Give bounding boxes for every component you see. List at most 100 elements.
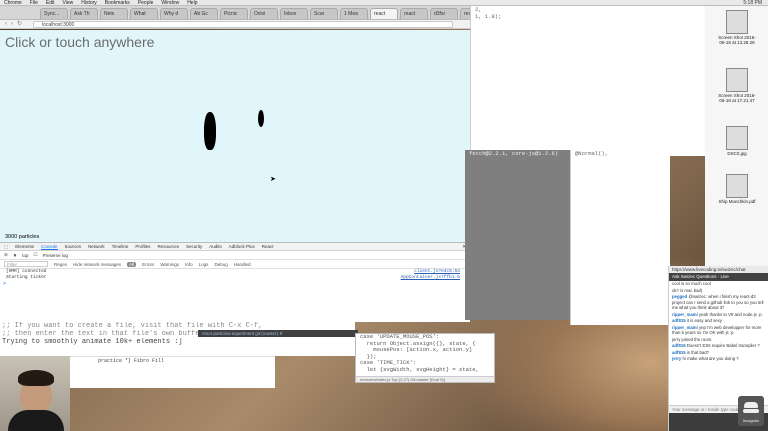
browser-tab[interactable]: Scar <box>310 8 338 19</box>
chat-url-bar[interactable]: https://www.livecoding.tv/swizec/chat <box>669 266 768 273</box>
streamer-hair <box>18 370 54 386</box>
filter-icon[interactable]: ▼ <box>13 253 17 258</box>
chat-username[interactable]: pegged <box>672 294 687 299</box>
devtools-inspect-icon[interactable]: ⬚ <box>4 243 8 250</box>
desktop-file[interactable]: Screen Shot 2016-06-18 at 17.21.47 <box>715 68 759 103</box>
clear-console-icon[interactable]: ⊘ <box>4 252 8 258</box>
desktop-file-column: Screen Shot 2016-06-18 at 13.28.28 Scree… <box>705 6 768 266</box>
menu-item-people[interactable]: People <box>138 0 154 6</box>
level-errors[interactable]: Errors <box>142 262 154 267</box>
browser-tab[interactable]: Inbox <box>280 8 308 19</box>
chat-header: Ask Swizec Questions · Live <box>669 273 768 281</box>
menu-item-edit[interactable]: Edit <box>46 0 55 6</box>
chat-text: cool is so much cool <box>672 281 711 286</box>
tab-console[interactable]: Console <box>41 243 58 250</box>
terminal-line: Trying to smoothly animate 10k+ elements… <box>2 338 183 346</box>
file-name: DSC0.jpg <box>727 151 747 156</box>
chat-text: yeah thanks to V8 and node.js :p <box>699 311 762 317</box>
chat-username[interactable]: adf815 <box>672 350 686 355</box>
browser-tab-strip: Sync... Ask Th Nets What Why d Ab Gc Picnic Ovi… <box>0 6 470 20</box>
menu-item-view[interactable]: View <box>62 0 73 6</box>
level-all[interactable]: All <box>127 261 137 267</box>
reload-icon[interactable]: ↻ <box>17 20 22 29</box>
chat-text: Doesn't ES6 require Babel transpiler ? <box>686 343 760 348</box>
editor-status-bar: reducers/index.js Top (2,27) Git:master … <box>356 376 494 382</box>
preserve-log-label: Preserve log <box>42 252 68 258</box>
tab-network[interactable]: Network <box>88 243 105 250</box>
browser-tab[interactable]: react <box>400 8 428 19</box>
tab-elements[interactable]: Elements <box>15 243 34 250</box>
file-thumbnail <box>726 126 748 150</box>
reducer-editor-window[interactable]: case 'UPDATE_MOUSE_POS': return Object.a… <box>355 333 495 383</box>
tab-react[interactable]: React <box>262 243 274 250</box>
menu-item-bookmarks[interactable]: Bookmarks <box>105 0 130 6</box>
back-icon[interactable]: ‹ <box>5 20 7 29</box>
file-name: Screen Shot 2016-06-18 at 17.21.47 <box>718 93 756 103</box>
page-headline: Click or touch anywhere <box>5 34 155 50</box>
particle-cluster-large <box>204 112 216 150</box>
menu-item-window[interactable]: Window <box>161 0 179 6</box>
chat-username[interactable]: jerry <box>672 356 681 361</box>
hide-network-option[interactable]: Hide network messages <box>73 262 121 267</box>
browser-tab[interactable]: Ab Gc <box>190 8 218 19</box>
incognito-hat-icon <box>744 402 758 408</box>
console-filter-row: Filter Regex Hide network messages All E… <box>0 260 470 269</box>
page-viewport[interactable]: Click or touch anywhere ➤ 3000 particles <box>0 30 470 242</box>
menu-item-history[interactable]: History <box>81 0 97 6</box>
menu-item-file[interactable]: File <box>30 0 38 6</box>
browser-tab[interactable]: d3fsr <box>430 8 458 19</box>
filter-input[interactable]: Filter <box>4 261 48 267</box>
tab-adblock-plus[interactable]: Adblock Plus <box>229 243 255 250</box>
ide-path-bar: react-particles-experiment git:(master) … <box>198 330 358 337</box>
chat-username[interactable]: adf815 <box>672 343 686 348</box>
desktop-file[interactable]: Screen Shot 2016-06-18 at 13.28.28 <box>715 10 759 45</box>
regex-option[interactable]: Regex <box>54 262 67 267</box>
tab-profiles[interactable]: Profiles <box>135 243 150 250</box>
code-line: 1, 1.8); <box>475 13 502 20</box>
preserve-log-checkbox[interactable]: ☐ <box>34 252 38 258</box>
log-source-link[interactable]: AppContainer.js?ffb1:5 <box>401 275 460 281</box>
chat-username[interactable]: adf815 <box>672 318 686 323</box>
level-handled[interactable]: Handled <box>234 262 251 267</box>
context-select[interactable]: top <box>22 253 28 258</box>
browser-tab[interactable]: react <box>460 8 470 19</box>
tab-security[interactable]: Security <box>186 243 202 250</box>
browser-tab[interactable]: react <box>370 8 398 19</box>
browser-tab[interactable]: Ovisi <box>250 8 278 19</box>
level-debug[interactable]: Debug <box>214 262 227 267</box>
browser-tab[interactable]: Nets <box>100 8 128 19</box>
browser-tab[interactable]: Picnic <box>220 8 248 19</box>
tab-sources[interactable]: Sources <box>65 243 82 250</box>
level-logs[interactable]: Logs <box>199 262 209 267</box>
incognito-label: Incognito <box>742 418 760 423</box>
code-line: fetch@2.2.1, core-js@1.2.6) <box>469 150 559 157</box>
tab-audits[interactable]: Audits <box>209 243 222 250</box>
gray-terminal-panel: fetch@2.2.1, core-js@1.2.6) <box>465 150 570 320</box>
desktop-file[interactable]: Ship Munchkin.pdf <box>715 174 759 204</box>
level-info[interactable]: Info <box>185 262 193 267</box>
console-prompt[interactable]: > <box>0 281 470 287</box>
tab-resources[interactable]: Resources <box>157 243 179 250</box>
file-thumbnail <box>726 68 748 92</box>
chat-username[interactable]: ripper_mami <box>672 312 698 317</box>
incognito-badge: Incognito <box>738 396 764 426</box>
chat-text: ok? is mac bad) <box>672 287 703 293</box>
browser-tab[interactable]: Ask Th <box>70 8 98 19</box>
browser-tab[interactable]: What <box>130 8 158 19</box>
browser-tab[interactable]: Sync... <box>40 8 68 19</box>
browser-tab[interactable]: Why d <box>160 8 188 19</box>
menu-item-app[interactable]: Chrome <box>4 0 22 6</box>
browser-toolbar: ‹ › ↻ localhost:3000 <box>0 20 470 29</box>
forward-icon[interactable]: › <box>11 20 13 29</box>
desktop-file[interactable]: DSC0.jpg <box>715 126 759 156</box>
chat-username[interactable]: ripper_mami <box>672 325 698 330</box>
tab-timeline[interactable]: Timeline <box>112 243 129 250</box>
chat-message: ripper_mami yep I'm web developper for m… <box>669 325 768 337</box>
level-warnings[interactable]: Warnings <box>160 262 179 267</box>
chat-text: it is easy and sexy <box>686 318 722 323</box>
code-editor-window: 2, 1, 1.8); <box>470 6 705 156</box>
browser-tab[interactable]: 1 Mea <box>340 8 368 19</box>
menu-item-help[interactable]: Help <box>187 0 197 6</box>
address-bar[interactable]: localhost:3000 <box>33 21 453 28</box>
emacs-scratch-buffer[interactable]: ;; If you want to create a file, visit t… <box>0 322 355 356</box>
